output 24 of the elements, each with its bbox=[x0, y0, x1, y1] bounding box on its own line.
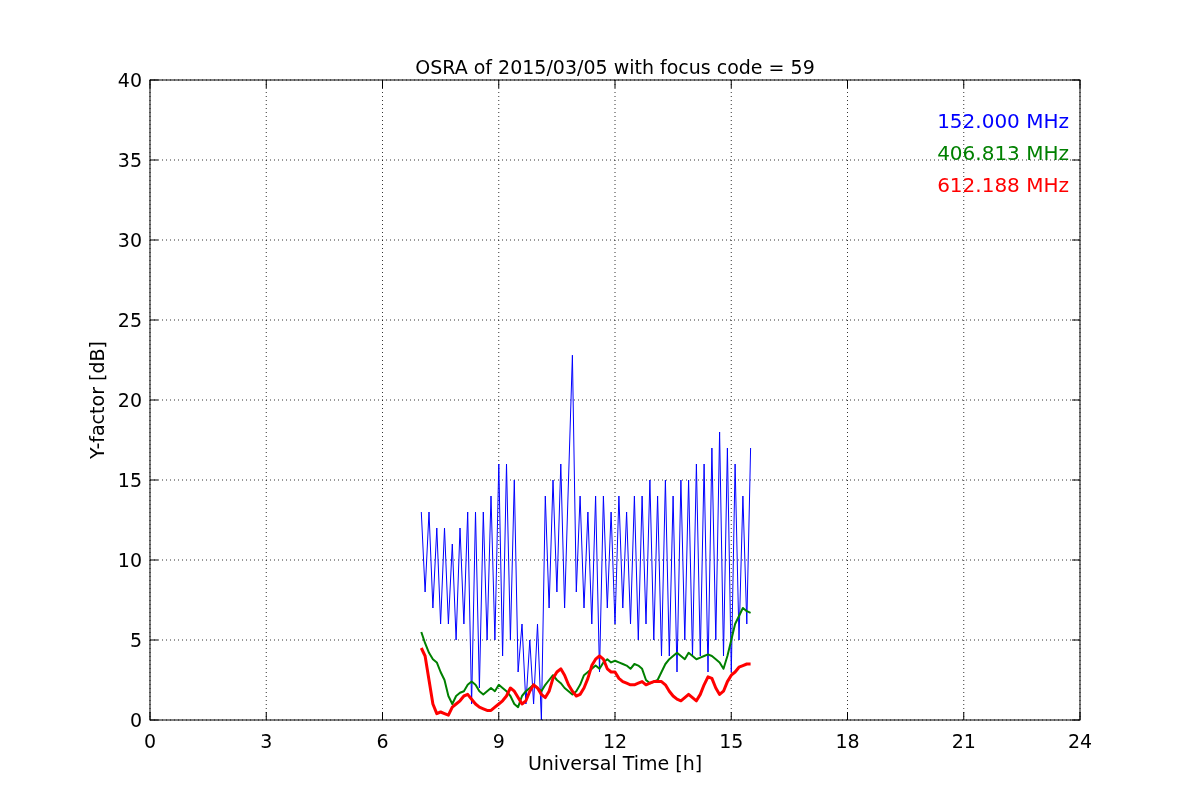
y-tick-label: 20 bbox=[117, 389, 142, 411]
x-tick-label: 12 bbox=[602, 730, 628, 752]
y-tick-label: 40 bbox=[117, 69, 142, 91]
x-tick-label: 3 bbox=[260, 730, 273, 752]
x-axis-label: Universal Time [h] bbox=[527, 752, 703, 774]
x-tick-label: 9 bbox=[492, 730, 505, 752]
x-tick-label: 21 bbox=[951, 730, 976, 752]
x-tick-label: 6 bbox=[376, 730, 389, 752]
legend-label: 152.000 MHz bbox=[937, 109, 1069, 133]
x-tick-label: 24 bbox=[1067, 730, 1093, 752]
x-tick-label: 15 bbox=[719, 730, 744, 752]
y-tick-label: 25 bbox=[117, 309, 142, 331]
x-tick-label: 0 bbox=[143, 730, 157, 752]
y-tick-label: 35 bbox=[117, 149, 142, 171]
y-axis-label: Y-factor [dB] bbox=[86, 341, 108, 459]
y-tick-label: 15 bbox=[117, 469, 142, 491]
y-tick-label: 0 bbox=[129, 709, 142, 731]
x-tick-label: 18 bbox=[835, 730, 860, 752]
chart-title: OSRA of 2015/03/05 with focus code = 59 bbox=[415, 56, 815, 78]
y-tick-label: 30 bbox=[117, 229, 142, 251]
legend-label: 612.188 MHz bbox=[937, 173, 1069, 197]
y-tick-label: 5 bbox=[129, 629, 142, 651]
y-tick-label: 10 bbox=[117, 549, 142, 571]
legend-label: 406.813 MHz bbox=[937, 141, 1069, 165]
